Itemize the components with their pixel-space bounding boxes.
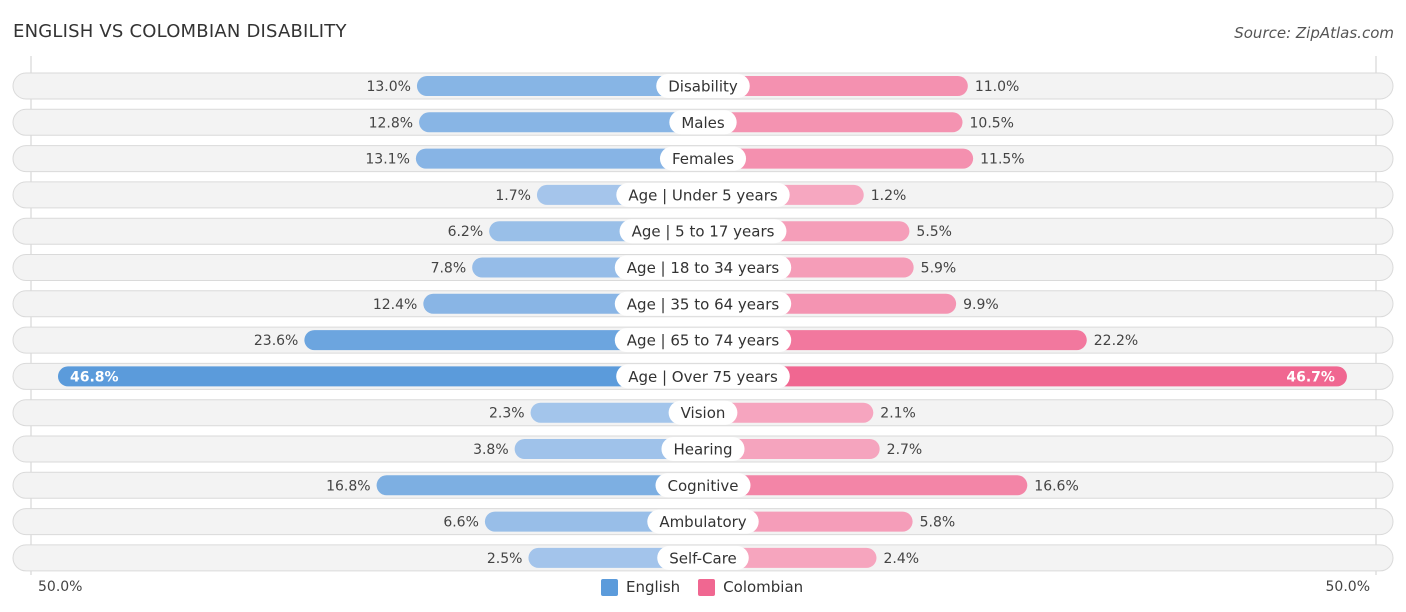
category-label: Age | Under 5 years (628, 186, 778, 204)
value-label-colombian: 16.6% (1034, 478, 1078, 494)
category-label: Age | 5 to 17 years (632, 223, 775, 241)
bar-colombian[interactable] (703, 475, 1028, 496)
category-label: Age | Over 75 years (628, 368, 778, 386)
value-label-colombian: 5.9% (921, 261, 957, 277)
legend-label-colombian: Colombian (723, 578, 804, 596)
legend-item-colombian[interactable]: Colombian (698, 578, 803, 596)
chart-plot-area: 13.0% 11.0% Disability 12.8% 10.5% Males 13.1%… (12, 56, 1394, 575)
chart-row: 13.0% 11.0% Disability (12, 72, 1394, 100)
axis-left-label: 50.0% (38, 579, 83, 595)
value-label-colombian: 9.9% (963, 297, 999, 313)
chart-row: 12.4% 9.9% Age | 35 to 64 years (12, 290, 1394, 318)
bar-english[interactable] (415, 148, 703, 169)
value-label-english: 2.5% (487, 551, 523, 567)
value-label-english: 7.8% (431, 261, 467, 277)
bar-english[interactable] (376, 475, 703, 496)
value-label-english: 46.8% (70, 369, 119, 385)
category-label: Age | 35 to 64 years (627, 295, 780, 313)
value-label-colombian: 5.5% (916, 224, 952, 240)
value-label-english: 2.3% (489, 406, 525, 422)
value-label-english: 12.4% (373, 297, 417, 313)
value-label-english: 16.8% (326, 478, 370, 494)
chart-row: 16.8% 16.6% Cognitive (12, 471, 1394, 499)
value-label-colombian: 10.5% (970, 115, 1014, 131)
category-label: Self-Care (669, 549, 737, 567)
bar-english[interactable] (419, 112, 703, 133)
value-label-colombian: 11.5% (980, 152, 1024, 168)
bar-english[interactable] (57, 366, 703, 387)
bar-colombian[interactable] (703, 366, 1347, 387)
value-label-colombian: 2.7% (887, 442, 923, 458)
value-label-english: 6.2% (448, 224, 484, 240)
value-label-english: 13.0% (366, 79, 410, 95)
category-label: Cognitive (667, 477, 738, 495)
legend-swatch-colombian (698, 578, 716, 596)
value-label-english: 23.6% (254, 333, 298, 349)
category-label: Females (672, 150, 734, 168)
value-label-english: 3.8% (473, 442, 509, 458)
chart-row: 1.7% 1.2% Age | Under 5 years (12, 181, 1394, 209)
category-label: Age | 65 to 74 years (627, 332, 780, 350)
value-label-colombian: 46.7% (1286, 369, 1335, 385)
chart-row: 6.2% 5.5% Age | 5 to 17 years (12, 217, 1394, 245)
chart-row: 23.6% 22.2% Age | 65 to 74 years (12, 326, 1394, 354)
bar-colombian[interactable] (703, 112, 963, 133)
value-label-colombian: 11.0% (975, 79, 1019, 95)
value-label-colombian: 22.2% (1094, 333, 1138, 349)
chart-row: 13.1% 11.5% Females (12, 145, 1394, 173)
chart-row: 2.3% 2.1% Vision (12, 399, 1394, 427)
value-label-english: 6.6% (443, 515, 479, 531)
category-label: Hearing (673, 441, 732, 459)
value-label-colombian: 2.1% (880, 406, 916, 422)
category-label: Age | 18 to 34 years (627, 259, 780, 277)
chart-row: 46.8% 46.7% Age | Over 75 years (12, 362, 1394, 390)
chart-row: 6.6% 5.8% Ambulatory (12, 508, 1394, 536)
value-label-colombian: 5.8% (920, 515, 956, 531)
legend-item-english[interactable]: English (601, 578, 680, 596)
category-label: Males (681, 114, 725, 132)
legend: English Colombian (601, 578, 813, 596)
chart-row: 2.5% 2.4% Self-Care (12, 544, 1394, 572)
value-label-english: 13.1% (365, 152, 409, 168)
chart-row: 3.8% 2.7% Hearing (12, 435, 1394, 463)
legend-label-english: English (626, 578, 681, 596)
category-label: Disability (668, 78, 738, 96)
category-label: Vision (681, 404, 726, 422)
axis-right-label: 50.0% (1325, 579, 1370, 595)
chart-row: 12.8% 10.5% Males (12, 108, 1394, 136)
category-label: Ambulatory (659, 513, 746, 531)
chart-row: 7.8% 5.9% Age | 18 to 34 years (12, 254, 1394, 281)
value-label-english: 12.8% (369, 115, 413, 131)
value-label-english: 1.7% (495, 188, 531, 204)
value-label-colombian: 2.4% (883, 551, 919, 567)
value-label-colombian: 1.2% (871, 188, 907, 204)
legend-swatch-english (601, 578, 618, 596)
